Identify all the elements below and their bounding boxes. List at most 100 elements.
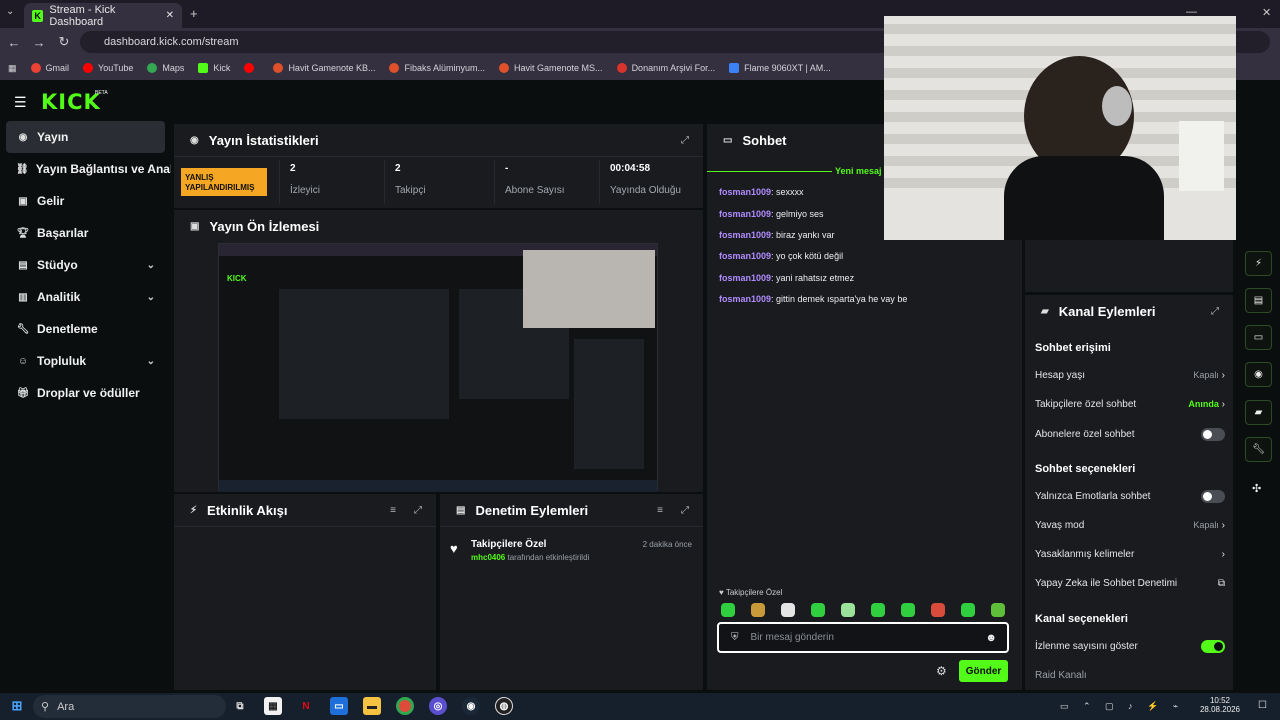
new-tab-icon[interactable]: + [190, 6, 198, 21]
send-button[interactable]: Gönder [959, 660, 1008, 682]
windows-start-icon[interactable]: ⊞ [8, 697, 26, 715]
reload-icon[interactable]: ↻ [53, 31, 75, 53]
stats-header: ◉ Yayın İstatistikleri [174, 124, 703, 157]
chat-rail-icon[interactable]: ▭ [1245, 325, 1272, 350]
bookmark-donanim[interactable]: Donanım Arşivi For... [616, 63, 715, 73]
followers-only-row[interactable]: Takipçilere özel sohbet Anında › [1035, 399, 1225, 410]
show-views-row[interactable]: İzlenme sayısını göster [1035, 640, 1225, 653]
bookmark-kick[interactable]: Kick [198, 63, 230, 73]
bookmark-havit-ms[interactable]: Havit Gamenote MS... [499, 63, 603, 73]
bookmark-youtube-2[interactable] [244, 63, 259, 73]
banned-words-row[interactable]: Yasaklanmış kelimeler › [1035, 549, 1225, 560]
emotes-only-toggle[interactable] [1201, 490, 1225, 503]
file-explorer-icon[interactable]: ▬ [363, 697, 381, 715]
chrome-icon[interactable] [396, 697, 414, 715]
broadcast-rail-icon[interactable]: ◉ [1245, 362, 1272, 387]
emote-4[interactable] [811, 603, 825, 617]
sidebar-item-gelir[interactable]: ▣ Gelir [6, 185, 165, 217]
expand-icon[interactable]: ⤢ [1211, 306, 1219, 317]
notification-icon[interactable]: ☐ [1258, 700, 1267, 711]
lightning-icon: ⚡︎ [190, 504, 198, 516]
chat-options-heading: Sohbet seçenekleri [1035, 463, 1136, 475]
bookmark-flame[interactable]: Flame 9060XT | AM... [729, 63, 831, 73]
channel-options-heading: Kanal seçenekleri [1035, 613, 1128, 625]
sidebar-item-analitik[interactable]: ▥ Analitik ⌄ [6, 281, 165, 313]
expand-icon[interactable]: ⤢ [681, 505, 689, 516]
sidebar-item-stream-key[interactable]: ⛓Yayın Bağlantısı ve Anahtarı [6, 153, 171, 185]
filter-icon[interactable]: ≡ [657, 505, 663, 516]
channel-rail-icon[interactable]: ▰ [1245, 400, 1272, 425]
emote-5[interactable] [841, 603, 855, 617]
bookmark-gmail[interactable]: Gmail [30, 63, 69, 73]
bookmark-youtube[interactable]: YouTube [83, 63, 133, 73]
taskbar-clock[interactable]: 10:52 28.08.2026 [1198, 696, 1242, 714]
quick-actions-panel [1025, 240, 1233, 292]
emotes-only-row[interactable]: Yalnızca Emotlarla sohbet [1035, 490, 1225, 503]
new-message-divider [707, 171, 832, 172]
account-age-row[interactable]: Hesap yaşı Kapalı › [1035, 370, 1225, 381]
back-icon[interactable]: ← [3, 31, 25, 53]
emote-10[interactable] [991, 603, 1005, 617]
expand-icon[interactable]: ⤢ [681, 135, 689, 146]
window-close-icon[interactable]: ✕ [1262, 6, 1271, 19]
subs-only-row[interactable]: Abonelere özel sohbet [1035, 428, 1225, 441]
slow-mode-row[interactable]: Yavaş mod Kapalı › [1035, 520, 1225, 531]
moderation-header: ▤ Denetim Eylemleri [440, 494, 703, 527]
obs-icon[interactable]: ◍ [495, 697, 513, 715]
raid-channel-row[interactable]: Raid Kanalı [1035, 670, 1225, 681]
new-messages-label: Yeni mesaj [835, 166, 882, 176]
emote-7[interactable] [901, 603, 915, 617]
emote-3[interactable] [781, 603, 795, 617]
taskbar-search[interactable]: ⚲ Ara [33, 695, 226, 718]
emoji-icon[interactable]: ☻ [985, 632, 997, 644]
filter-icon[interactable]: ≡ [390, 505, 396, 516]
chevron-right-icon: › [1221, 520, 1225, 531]
bookmark-fibaks[interactable]: Fibaks Alüminyum... [389, 63, 485, 73]
emote-9[interactable] [961, 603, 975, 617]
sidebar-item-denetleme[interactable]: 🔧︎ Denetleme [6, 313, 165, 345]
discord-icon[interactable]: ◎ [429, 697, 447, 715]
tab-close-icon[interactable]: ✕ [166, 10, 174, 21]
tab-list-icon[interactable]: ⌄ [6, 6, 14, 17]
system-tray-icons[interactable]: ▭ ⌃ ▢ ♪ ⚡ ⌁ [1060, 701, 1184, 712]
gift-icon: 🎁︎ [16, 387, 30, 399]
forward-icon[interactable]: → [28, 31, 50, 53]
preview-video[interactable]: KICK [218, 243, 658, 492]
emote-2[interactable] [751, 603, 765, 617]
revenue-icon: ▣ [18, 195, 28, 207]
sidebar-item-droplar[interactable]: 🎁︎ Droplar ve ödüller [6, 377, 165, 409]
wrench-rail-icon[interactable]: 🔧︎ [1245, 437, 1272, 462]
sidebar-item-topluluk[interactable]: ☺ Topluluk ⌄ [6, 345, 165, 377]
expand-icon[interactable]: ⤢ [414, 505, 422, 516]
task-view-icon[interactable]: ⧉ [231, 697, 249, 715]
apps-icon[interactable]: ▦ [8, 63, 17, 74]
bookmark-maps[interactable]: Maps [147, 63, 184, 73]
lightning-rail-icon[interactable]: ⚡︎ [1245, 251, 1272, 276]
emote-6[interactable] [871, 603, 885, 617]
steam-icon[interactable]: ◉ [462, 697, 480, 715]
sidebar-item-basarilar[interactable]: 🏆︎ Başarılar [6, 217, 165, 249]
emote-1[interactable] [721, 603, 735, 617]
browser-tab[interactable]: K Stream - Kick Dashboard ✕ [24, 3, 182, 28]
kick-logo[interactable]: KICK [41, 90, 101, 114]
ai-moderation-row[interactable]: Yapay Zeka ile Sohbet Denetimi ⧉ [1035, 578, 1225, 589]
document-rail-icon[interactable]: ▤ [1245, 288, 1272, 313]
community-icon: ☺ [17, 355, 29, 367]
store-icon[interactable]: ▦ [264, 697, 282, 715]
show-views-toggle[interactable] [1201, 640, 1225, 653]
menu-icon[interactable]: ☰ [14, 94, 27, 111]
channel-actions-header: ▰ Kanal Eylemleri [1041, 304, 1156, 319]
sidebar-item-yayin[interactable]: ◉ Yayın [6, 121, 165, 153]
link-icon: ⛓ [16, 163, 29, 175]
chat-settings-gear-icon[interactable]: ⚙ [936, 664, 947, 678]
netflix-icon[interactable]: N [297, 697, 315, 715]
chat-message-input[interactable]: ⛨ Bir mesaj gönderin ☻ [717, 622, 1009, 653]
subs-only-toggle[interactable] [1201, 428, 1225, 441]
sidebar-item-studyo[interactable]: ▤ Stüdyo ⌄ [6, 249, 165, 281]
app-blue-icon[interactable]: ▭ [330, 697, 348, 715]
chat-placeholder: Bir mesaj gönderin [750, 632, 834, 643]
bookmark-havit-kb[interactable]: Havit Gamenote KB... [273, 63, 375, 73]
emote-8[interactable] [931, 603, 945, 617]
chevron-right-icon: › [1221, 549, 1225, 560]
apps-rail-icon[interactable]: ✣ [1252, 482, 1261, 495]
